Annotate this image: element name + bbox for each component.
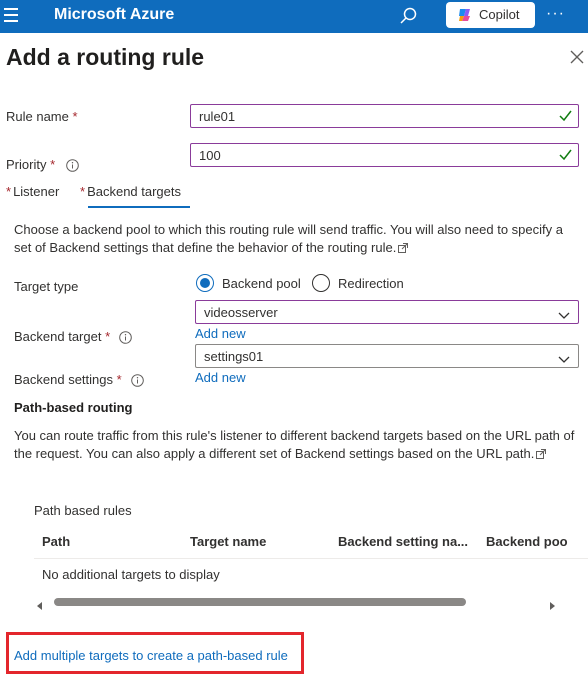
add-new-backend-target-link[interactable]: Add new [195, 326, 246, 341]
backend-settings-label: Backend settings * [14, 372, 122, 387]
copilot-label: Copilot [479, 7, 520, 22]
path-routing-description: You can route traffic from this rule's l… [14, 428, 575, 461]
external-link-icon[interactable] [536, 446, 547, 459]
add-new-backend-settings-link[interactable]: Add new [195, 370, 246, 385]
brand-title[interactable]: Microsoft Azure [54, 6, 174, 24]
priority-input[interactable] [199, 148, 539, 163]
chevron-down-icon [558, 308, 570, 319]
page-title: Add a routing rule [6, 44, 205, 70]
column-header-path[interactable]: Path [42, 534, 70, 549]
scroll-left-icon[interactable] [36, 598, 44, 610]
info-icon[interactable] [119, 331, 132, 344]
backend-target-value: videosserver [204, 305, 278, 320]
close-icon[interactable] [570, 50, 584, 64]
external-link-icon[interactable] [398, 240, 409, 253]
column-header-target-name[interactable]: Target name [190, 534, 266, 549]
table-divider [34, 558, 588, 559]
valid-check-icon [559, 110, 572, 122]
horizontal-scrollbar[interactable] [34, 596, 558, 610]
empty-table-message: No additional targets to display [42, 567, 220, 582]
radio-backend-pool-label[interactable]: Backend pool [222, 276, 301, 291]
radio-backend-pool[interactable] [196, 274, 214, 292]
radio-redirection[interactable] [312, 274, 330, 292]
backend-target-label: Backend target * [14, 329, 111, 344]
backend-settings-value: settings01 [204, 349, 264, 364]
copilot-button[interactable]: Copilot [446, 2, 535, 28]
priority-field[interactable] [190, 143, 579, 167]
rule-name-label: Rule name * [6, 109, 78, 124]
chevron-down-icon [558, 352, 570, 363]
tab-listener[interactable]: * Listener [6, 184, 59, 199]
radio-redirection-label[interactable]: Redirection [338, 276, 404, 291]
column-header-backend-pool[interactable]: Backend poo [486, 534, 588, 549]
scrollbar-thumb[interactable] [54, 598, 466, 606]
selected-tab-indicator [88, 206, 190, 208]
tab-backend-targets[interactable]: * Backend targets [80, 184, 181, 199]
backend-settings-dropdown[interactable]: settings01 [195, 344, 579, 368]
backend-description: Choose a backend pool to which this rout… [14, 222, 563, 255]
azure-top-bar: Microsoft Azure Copilot ··· [0, 0, 588, 33]
backend-target-dropdown[interactable]: videosserver [195, 300, 579, 324]
info-icon[interactable] [66, 159, 79, 172]
copilot-logo-icon [457, 7, 473, 23]
menu-icon[interactable] [4, 8, 20, 22]
path-rules-caption: Path based rules [34, 503, 132, 518]
rule-name-field[interactable] [190, 104, 579, 128]
info-icon[interactable] [131, 374, 144, 387]
rule-name-input[interactable] [199, 109, 539, 124]
scroll-right-icon[interactable] [548, 598, 556, 610]
priority-label: Priority * [6, 157, 56, 172]
more-options-button[interactable]: ··· [546, 5, 565, 23]
column-header-backend-setting[interactable]: Backend setting na... [338, 534, 468, 549]
path-based-routing-heading: Path-based routing [14, 400, 133, 415]
target-type-label: Target type [14, 279, 79, 294]
add-multiple-targets-link[interactable]: Add multiple targets to create a path-ba… [14, 648, 288, 663]
search-icon[interactable] [398, 5, 422, 27]
valid-check-icon [559, 149, 572, 161]
